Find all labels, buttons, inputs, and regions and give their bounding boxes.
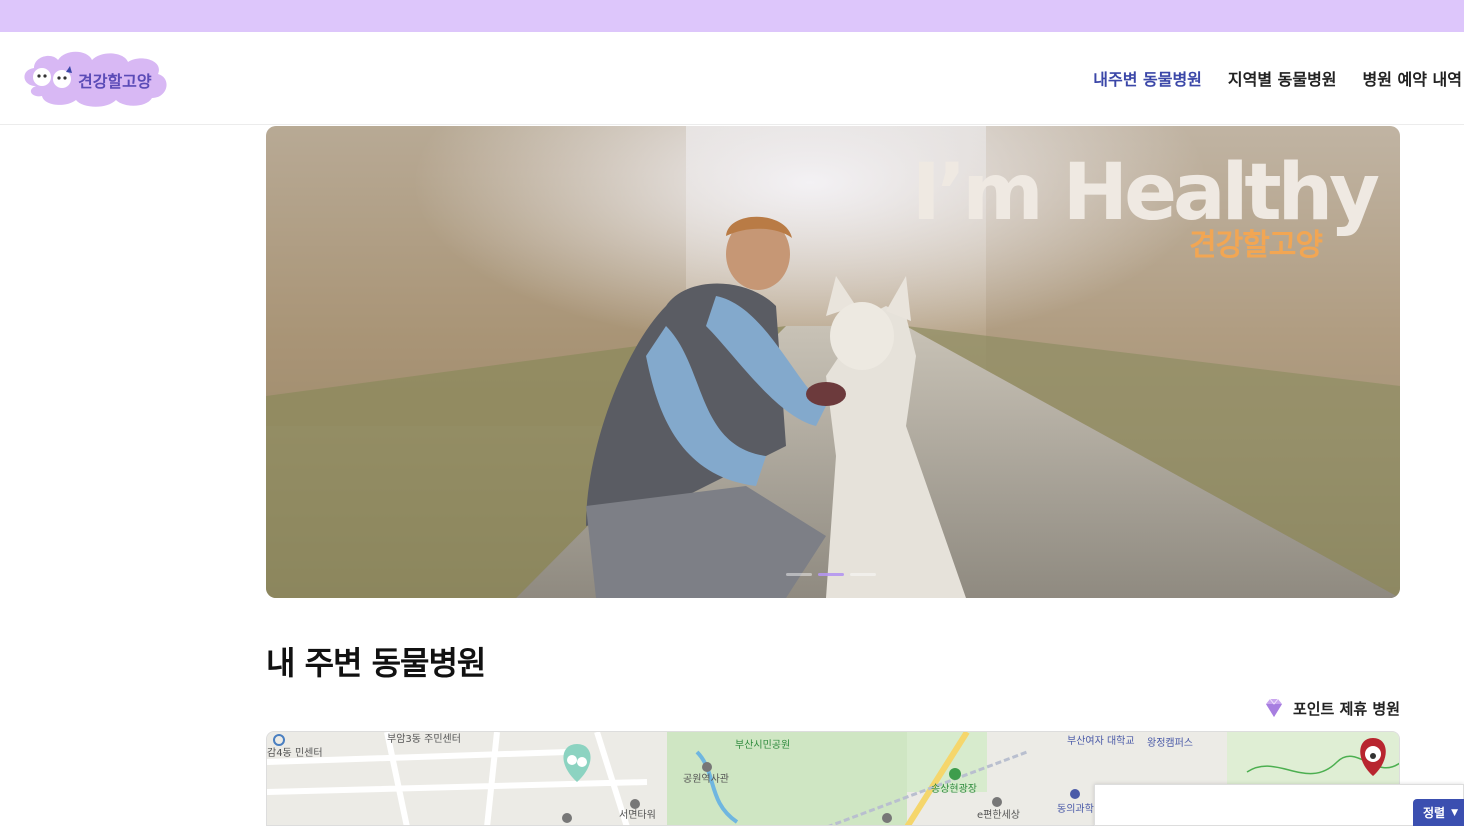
- map-label: 서면타워: [619, 810, 656, 821]
- hospital-list-panel[interactable]: [1094, 784, 1464, 826]
- map-label: 왕정캠퍼스: [1147, 738, 1193, 749]
- site-logo[interactable]: 견강할고양: [18, 46, 170, 110]
- section-title: 내 주변 동물병원: [266, 644, 486, 682]
- carousel-indicators: [786, 573, 876, 576]
- nav-nearby-hospitals[interactable]: 내주변 동물병원: [1093, 66, 1202, 90]
- nav-regional-hospitals[interactable]: 지역별 동물병원: [1228, 66, 1337, 90]
- map-label: 공원역사관: [683, 774, 729, 785]
- nav-reservation-history[interactable]: 병원 예약 내역: [1363, 66, 1462, 90]
- map-label: 송상현광장: [931, 784, 977, 795]
- carousel-dot[interactable]: [786, 573, 812, 576]
- sort-label: 정렬: [1423, 806, 1446, 820]
- main-nav: 내주변 동물병원 지역별 동물병원 병원 예약 내역: [1093, 66, 1462, 90]
- carousel-dot-active[interactable]: [818, 573, 844, 576]
- carousel-dot[interactable]: [850, 573, 876, 576]
- partner-label: 포인트 제휴 병원: [1292, 699, 1400, 718]
- site-header: 견강할고양 내주변 동물병원 지역별 동물병원 병원 예약 내역: [0, 32, 1464, 125]
- logo-text: 견강할고양: [78, 72, 152, 91]
- map-label: 부산시민공원: [735, 740, 791, 751]
- sort-dropdown-button[interactable]: 정렬 ▼: [1413, 799, 1464, 826]
- partner-hospital-legend: 포인트 제휴 병원: [1261, 695, 1400, 721]
- chevron-down-icon: ▼: [1451, 807, 1459, 818]
- hero-subtitle: 견강할고양: [1189, 228, 1323, 263]
- map-label: e편한세상: [977, 810, 1020, 821]
- top-banner-strip: [0, 0, 1464, 32]
- hero-banner[interactable]: I’m Healthy 견강할고양: [266, 126, 1400, 598]
- map-label: 부암3동 주민센터: [387, 734, 461, 745]
- map-label: 부산여자 대학교: [1067, 736, 1135, 747]
- diamond-icon: [1265, 698, 1282, 717]
- map-label: 감4동 민센터: [267, 748, 323, 759]
